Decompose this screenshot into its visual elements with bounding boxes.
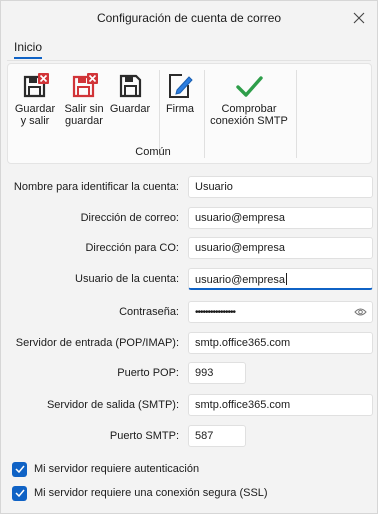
eye-icon <box>354 308 367 316</box>
signature-icon <box>169 74 193 98</box>
close-button[interactable] <box>349 8 369 28</box>
checkbox-checked[interactable] <box>12 461 27 477</box>
cc-row: Dirección para CO: usuario@empresa <box>1 237 378 261</box>
text-cursor <box>286 273 288 285</box>
smtp-port-label: Puerto SMTP: <box>109 430 179 442</box>
email-label: Dirección de correo: <box>80 212 179 224</box>
account-name-row: Nombre para identificar la cuenta: Usuar… <box>1 176 378 200</box>
tab-inicio[interactable]: Inicio <box>14 40 43 59</box>
reveal-password-button[interactable] <box>354 307 367 320</box>
save-icon <box>119 74 142 98</box>
signature-button[interactable]: Firma <box>162 72 198 115</box>
ribbon-separator <box>204 70 205 158</box>
outgoing-server-input[interactable]: smtp.office365.com <box>188 394 373 416</box>
username-value: usuario@empresa <box>195 274 286 286</box>
pop-port-label: Puerto POP: <box>117 367 179 379</box>
checkbox-checked[interactable] <box>12 485 27 501</box>
check-icon <box>236 76 263 97</box>
ribbon-panel: Guardar y salir Salir sin guardar Guarda… <box>7 63 372 164</box>
email-input[interactable]: usuario@empresa <box>188 207 373 229</box>
checkmark-icon <box>14 489 25 497</box>
requires-auth-label: Mi servidor requiere autenticación <box>34 463 200 475</box>
ribbon-group-label: Común <box>135 146 171 158</box>
requires-auth-checkbox[interactable]: Mi servidor requiere autenticación <box>12 460 199 478</box>
exit-no-save-icon <box>72 73 98 98</box>
incoming-server-row: Servidor de entrada (POP/IMAP): smtp.off… <box>1 332 378 356</box>
signature-label: Firma <box>165 103 195 115</box>
ribbon-separator <box>296 70 297 158</box>
incoming-server-input[interactable]: smtp.office365.com <box>188 332 373 354</box>
cc-input[interactable]: usuario@empresa <box>188 237 373 259</box>
save-and-exit-button[interactable]: Guardar y salir <box>12 72 58 127</box>
pop-port-input[interactable]: 993 <box>188 362 246 384</box>
password-value: •••••••••••••••• <box>195 307 236 318</box>
password-label: Contraseña: <box>119 306 179 318</box>
pop-port-row: Puerto POP: 993 <box>1 362 378 386</box>
email-row: Dirección de correo: usuario@empresa <box>1 207 378 231</box>
save-label: Guardar <box>109 103 151 115</box>
password-input[interactable]: •••••••••••••••• <box>188 301 373 323</box>
outgoing-server-label: Servidor de salida (SMTP): <box>46 399 179 411</box>
save-close-icon <box>23 73 49 98</box>
requires-ssl-checkbox[interactable]: Mi servidor requiere una conexión segura… <box>12 484 268 502</box>
incoming-server-label: Servidor de entrada (POP/IMAP): <box>15 337 179 349</box>
checkmark-icon <box>14 465 25 473</box>
test-smtp-connection-button[interactable]: Comprobar conexión SMTP <box>206 72 292 127</box>
close-icon <box>353 12 365 24</box>
ribbon-separator <box>159 70 160 158</box>
exit-without-saving-button[interactable]: Salir sin guardar <box>60 72 108 127</box>
smtp-port-input[interactable]: 587 <box>188 425 246 447</box>
test-smtp-connection-label: Comprobar conexión SMTP <box>210 103 288 127</box>
title-bar: Configuración de cuenta de correo <box>1 1 377 35</box>
save-and-exit-label: Guardar y salir <box>14 103 56 127</box>
account-name-input[interactable]: Usuario <box>188 176 373 198</box>
username-row: Usuario de la cuenta: usuario@empresa <box>1 268 378 292</box>
outgoing-server-row: Servidor de salida (SMTP): smtp.office36… <box>1 394 378 418</box>
account-name-label: Nombre para identificar la cuenta: <box>13 181 179 193</box>
username-input[interactable]: usuario@empresa <box>188 268 373 290</box>
smtp-port-row: Puerto SMTP: 587 <box>1 425 378 449</box>
save-button[interactable]: Guardar <box>108 72 152 115</box>
window-title: Configuración de cuenta de correo <box>96 11 282 25</box>
username-label: Usuario de la cuenta: <box>75 273 179 285</box>
tab-divider <box>7 60 371 61</box>
password-row: Contraseña: •••••••••••••••• <box>1 301 378 325</box>
account-settings-window: Configuración de cuenta de correo Inicio… <box>0 0 378 514</box>
exit-without-saving-label: Salir sin guardar <box>64 103 104 127</box>
requires-ssl-label: Mi servidor requiere una conexión segura… <box>34 487 268 499</box>
cc-label: Dirección para CO: <box>85 242 179 254</box>
